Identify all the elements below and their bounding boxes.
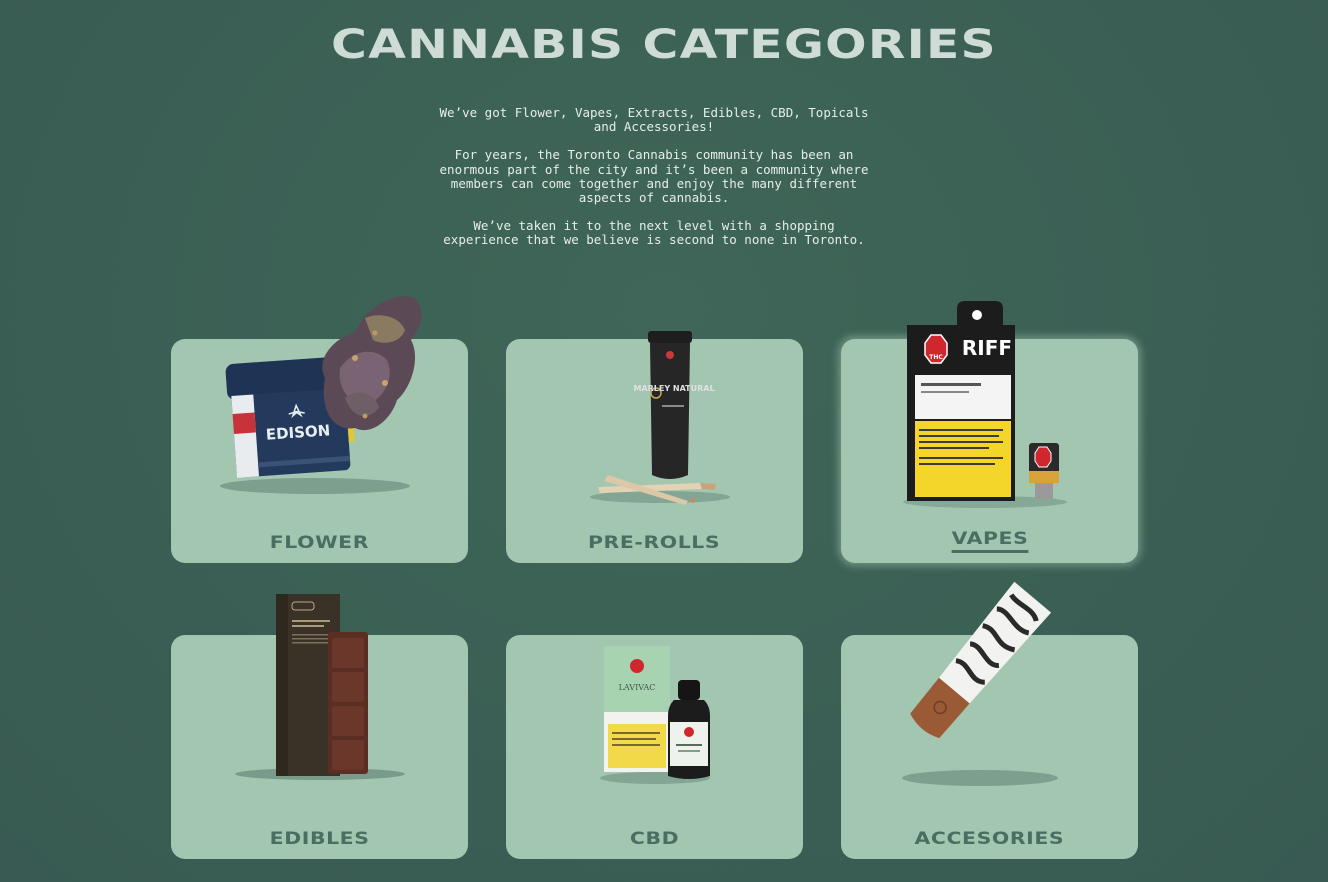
svg-text:LAVIVAC: LAVIVAC (619, 683, 656, 692)
page-title: CANNABIS CATEGORIES (331, 22, 997, 68)
category-label-accesories: ACCESORIES (914, 829, 1065, 849)
category-label-vapes: VAPES (841, 529, 1138, 553)
flower-jar-image: EDISON (220, 296, 422, 494)
svg-text:MARLEY NATURAL: MARLEY NATURAL (633, 384, 714, 393)
pre-roll-tube-image: MARLEY NATURAL (590, 331, 730, 505)
intro-paragraph: We’ve taken it to the next level with a … (443, 218, 865, 248)
intro-text: We’ve got Flower, Vapes, Extracts, Edibl… (434, 105, 874, 262)
cbd-oil-bottle-image: LAVIVAC (600, 646, 710, 784)
chocolate-bar-image (235, 594, 405, 780)
intro-paragraph: We’ve got Flower, Vapes, Extracts, Edibl… (439, 105, 869, 135)
category-label-edibles: EDIBLES (269, 829, 370, 849)
vape-cartridge-box-image: THC RIFF (903, 301, 1067, 508)
category-label-flower: FLOWER (269, 533, 370, 553)
svg-text:RIFF: RIFF (962, 336, 1012, 360)
category-label-cbd: CBD (629, 829, 680, 849)
rolling-paper-cone-image (902, 581, 1058, 786)
svg-text:THC: THC (929, 354, 943, 361)
intro-paragraph: For years, the Toronto Cannabis communit… (439, 147, 869, 206)
category-label-pre-rolls: PRE-ROLLS (588, 533, 721, 553)
